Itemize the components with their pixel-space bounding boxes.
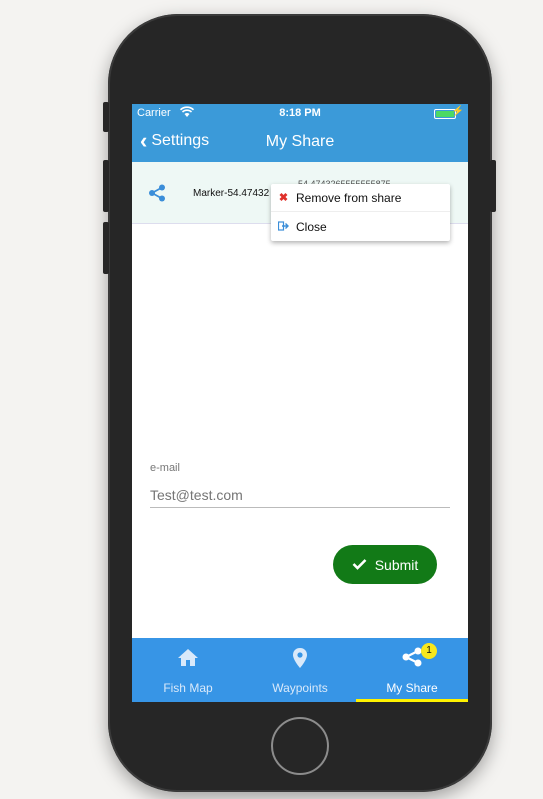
active-tab-indicator xyxy=(356,699,468,702)
app-screen: Carrier 8:18 PM ⚡ ‹ Settings My Share Ma… xyxy=(132,104,468,702)
remove-from-share-menu-item[interactable]: ✖ Remove from share xyxy=(271,184,450,212)
tab-my-share[interactable]: 1 My Share xyxy=(356,638,468,702)
power-button xyxy=(490,160,496,212)
marker-name: Marker-54.47432 xyxy=(193,188,270,199)
header: Carrier 8:18 PM ⚡ ‹ Settings My Share xyxy=(132,104,468,162)
email-field[interactable] xyxy=(150,482,450,508)
exit-icon xyxy=(271,220,296,234)
map-pin-icon xyxy=(244,647,356,674)
share-icon xyxy=(148,184,166,207)
page-title: My Share xyxy=(265,133,335,150)
navigation-bar: ‹ Settings My Share xyxy=(132,128,468,158)
charging-icon: ⚡ xyxy=(451,106,464,117)
volume-up-button xyxy=(103,160,109,212)
checkmark-icon xyxy=(352,557,367,573)
tab-label: Waypoints xyxy=(272,681,328,695)
tab-label: My Share xyxy=(386,681,438,695)
x-icon: ✖ xyxy=(278,192,289,204)
share-icon xyxy=(356,647,468,672)
home-button[interactable] xyxy=(271,717,329,775)
tab-label: Fish Map xyxy=(163,681,213,695)
tab-waypoints[interactable]: Waypoints xyxy=(244,638,356,702)
volume-down-button xyxy=(103,222,109,274)
tab-fish-map[interactable]: Fish Map xyxy=(132,638,244,702)
mute-switch xyxy=(103,102,109,132)
menu-item-label: Remove from share xyxy=(296,190,402,205)
menu-item-label: Close xyxy=(296,220,327,234)
context-menu: ✖ Remove from share Close xyxy=(271,184,450,241)
submit-label: Submit xyxy=(374,556,419,573)
home-icon xyxy=(132,647,244,672)
tab-bar: Fish Map Waypoints 1 My Share xyxy=(132,638,468,702)
notification-badge: 1 xyxy=(421,643,437,659)
email-label: e-mail xyxy=(150,462,180,474)
status-bar: Carrier 8:18 PM ⚡ xyxy=(132,104,468,122)
close-menu-item[interactable]: Close xyxy=(271,213,450,241)
submit-button[interactable]: Submit xyxy=(333,545,437,584)
clock: 8:18 PM xyxy=(279,107,321,119)
